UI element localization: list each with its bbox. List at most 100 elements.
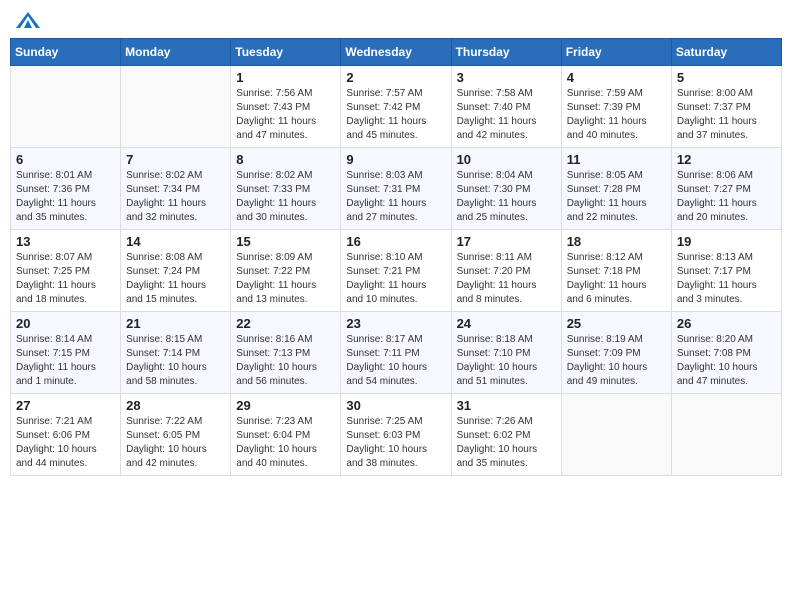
weekday-header-sunday: Sunday xyxy=(11,39,121,66)
calendar-cell: 3 Sunrise: 7:58 AMSunset: 7:40 PMDaylight… xyxy=(451,66,561,148)
calendar-cell: 16 Sunrise: 8:10 AMSunset: 7:21 PMDayligh… xyxy=(341,230,451,312)
day-info: Sunrise: 8:18 AMSunset: 7:10 PMDaylight:… xyxy=(457,333,556,389)
day-number: 25 xyxy=(567,316,666,331)
calendar-cell: 23Sunrise: 8:17 AMSunset: 7:11 PMDayligh… xyxy=(341,312,451,394)
calendar-cell: 12 Sunrise: 8:06 AMSunset: 7:27 PMDayligh… xyxy=(671,148,781,230)
day-number: 6 xyxy=(16,152,115,167)
day-info: Sunrise: 8:05 AMSunset: 7:28 PMDaylight:… xyxy=(567,169,666,225)
day-number: 12 xyxy=(677,152,776,167)
calendar-cell: 8Sunrise: 8:02 AMSunset: 7:33 PMDaylight… xyxy=(231,148,341,230)
calendar-cell xyxy=(671,394,781,476)
day-number: 24 xyxy=(457,316,556,331)
day-info: Sunrise: 8:16 AMSunset: 7:13 PMDaylight:… xyxy=(236,333,335,389)
weekday-header-wednesday: Wednesday xyxy=(341,39,451,66)
calendar-cell: 19 Sunrise: 8:13 AMSunset: 7:17 PMDayligh… xyxy=(671,230,781,312)
calendar-cell: 25 Sunrise: 8:19 AMSunset: 7:09 PMDayligh… xyxy=(561,312,671,394)
day-info: Sunrise: 8:17 AMSunset: 7:11 PMDaylight:… xyxy=(346,333,445,389)
calendar-cell: 13 Sunrise: 8:07 AMSunset: 7:25 PMDayligh… xyxy=(11,230,121,312)
calendar-cell: 21Sunrise: 8:15 AMSunset: 7:14 PMDayligh… xyxy=(121,312,231,394)
day-info: Sunrise: 8:13 AMSunset: 7:17 PMDaylight:… xyxy=(677,251,776,307)
day-number: 15 xyxy=(236,234,335,249)
calendar-cell: 10 Sunrise: 8:04 AMSunset: 7:30 PMDayligh… xyxy=(451,148,561,230)
day-info: Sunrise: 8:19 AMSunset: 7:09 PMDaylight:… xyxy=(567,333,666,389)
day-info: Sunrise: 8:09 AMSunset: 7:22 PMDaylight:… xyxy=(236,251,335,307)
day-number: 30 xyxy=(346,398,445,413)
day-info: Sunrise: 8:00 AMSunset: 7:37 PMDaylight:… xyxy=(677,87,776,143)
day-info: Sunrise: 7:22 AMSunset: 6:05 PMDaylight:… xyxy=(126,415,225,471)
weekday-header-row: SundayMondayTuesdayWednesdayThursdayFrid… xyxy=(11,39,782,66)
day-info: Sunrise: 8:02 AMSunset: 7:34 PMDaylight:… xyxy=(126,169,225,225)
calendar-cell: 27Sunrise: 7:21 AMSunset: 6:06 PMDayligh… xyxy=(11,394,121,476)
calendar-cell: 22 Sunrise: 8:16 AMSunset: 7:13 PMDayligh… xyxy=(231,312,341,394)
calendar-cell: 30 Sunrise: 7:25 AMSunset: 6:03 PMDayligh… xyxy=(341,394,451,476)
calendar-cell: 14Sunrise: 8:08 AMSunset: 7:24 PMDayligh… xyxy=(121,230,231,312)
calendar-cell: 24 Sunrise: 8:18 AMSunset: 7:10 PMDayligh… xyxy=(451,312,561,394)
day-info: Sunrise: 7:26 AMSunset: 6:02 PMDaylight:… xyxy=(457,415,556,471)
day-info: Sunrise: 8:02 AMSunset: 7:33 PMDaylight:… xyxy=(236,169,335,225)
calendar-cell: 7 Sunrise: 8:02 AMSunset: 7:34 PMDaylight… xyxy=(121,148,231,230)
day-number: 14 xyxy=(126,234,225,249)
day-number: 1 xyxy=(236,70,335,85)
day-info: Sunrise: 7:21 AMSunset: 6:06 PMDaylight:… xyxy=(16,415,115,471)
day-number: 10 xyxy=(457,152,556,167)
logo xyxy=(14,10,46,30)
weekday-header-saturday: Saturday xyxy=(671,39,781,66)
day-info: Sunrise: 8:20 AMSunset: 7:08 PMDaylight:… xyxy=(677,333,776,389)
week-row-1: 1 Sunrise: 7:56 AMSunset: 7:43 PMDaylight… xyxy=(11,66,782,148)
day-info: Sunrise: 8:03 AMSunset: 7:31 PMDaylight:… xyxy=(346,169,445,225)
day-info: Sunrise: 7:57 AMSunset: 7:42 PMDaylight:… xyxy=(346,87,445,143)
calendar-cell: 20 Sunrise: 8:14 AMSunset: 7:15 PMDayligh… xyxy=(11,312,121,394)
day-number: 9 xyxy=(346,152,445,167)
week-row-5: 27Sunrise: 7:21 AMSunset: 6:06 PMDayligh… xyxy=(11,394,782,476)
calendar-cell: 11 Sunrise: 8:05 AMSunset: 7:28 PMDayligh… xyxy=(561,148,671,230)
day-info: Sunrise: 8:15 AMSunset: 7:14 PMDaylight:… xyxy=(126,333,225,389)
day-number: 13 xyxy=(16,234,115,249)
calendar-cell: 18Sunrise: 8:12 AMSunset: 7:18 PMDayligh… xyxy=(561,230,671,312)
calendar-cell: 2 Sunrise: 7:57 AMSunset: 7:42 PMDaylight… xyxy=(341,66,451,148)
calendar-cell: 26 Sunrise: 8:20 AMSunset: 7:08 PMDayligh… xyxy=(671,312,781,394)
calendar-cell: 5 Sunrise: 8:00 AMSunset: 7:37 PMDaylight… xyxy=(671,66,781,148)
weekday-header-tuesday: Tuesday xyxy=(231,39,341,66)
calendar-cell: 4Sunrise: 7:59 AMSunset: 7:39 PMDaylight… xyxy=(561,66,671,148)
day-info: Sunrise: 7:56 AMSunset: 7:43 PMDaylight:… xyxy=(236,87,335,143)
day-number: 7 xyxy=(126,152,225,167)
day-info: Sunrise: 8:06 AMSunset: 7:27 PMDaylight:… xyxy=(677,169,776,225)
day-info: Sunrise: 7:58 AMSunset: 7:40 PMDaylight:… xyxy=(457,87,556,143)
day-number: 20 xyxy=(16,316,115,331)
day-info: Sunrise: 8:10 AMSunset: 7:21 PMDaylight:… xyxy=(346,251,445,307)
week-row-4: 20 Sunrise: 8:14 AMSunset: 7:15 PMDayligh… xyxy=(11,312,782,394)
calendar-cell: 6 Sunrise: 8:01 AMSunset: 7:36 PMDaylight… xyxy=(11,148,121,230)
calendar-cell xyxy=(121,66,231,148)
calendar-cell xyxy=(11,66,121,148)
day-number: 19 xyxy=(677,234,776,249)
calendar-table: SundayMondayTuesdayWednesdayThursdayFrid… xyxy=(10,38,782,476)
calendar-cell: 29Sunrise: 7:23 AMSunset: 6:04 PMDayligh… xyxy=(231,394,341,476)
day-number: 22 xyxy=(236,316,335,331)
day-info: Sunrise: 8:11 AMSunset: 7:20 PMDaylight:… xyxy=(457,251,556,307)
day-number: 2 xyxy=(346,70,445,85)
day-info: Sunrise: 8:12 AMSunset: 7:18 PMDaylight:… xyxy=(567,251,666,307)
week-row-2: 6 Sunrise: 8:01 AMSunset: 7:36 PMDaylight… xyxy=(11,148,782,230)
day-info: Sunrise: 7:25 AMSunset: 6:03 PMDaylight:… xyxy=(346,415,445,471)
day-info: Sunrise: 8:07 AMSunset: 7:25 PMDaylight:… xyxy=(16,251,115,307)
day-number: 4 xyxy=(567,70,666,85)
day-number: 31 xyxy=(457,398,556,413)
calendar-cell: 28 Sunrise: 7:22 AMSunset: 6:05 PMDayligh… xyxy=(121,394,231,476)
day-info: Sunrise: 7:23 AMSunset: 6:04 PMDaylight:… xyxy=(236,415,335,471)
week-row-3: 13 Sunrise: 8:07 AMSunset: 7:25 PMDayligh… xyxy=(11,230,782,312)
day-info: Sunrise: 8:01 AMSunset: 7:36 PMDaylight:… xyxy=(16,169,115,225)
day-number: 11 xyxy=(567,152,666,167)
day-number: 3 xyxy=(457,70,556,85)
day-number: 16 xyxy=(346,234,445,249)
calendar-cell: 9 Sunrise: 8:03 AMSunset: 7:31 PMDaylight… xyxy=(341,148,451,230)
calendar-cell: 17 Sunrise: 8:11 AMSunset: 7:20 PMDayligh… xyxy=(451,230,561,312)
weekday-header-thursday: Thursday xyxy=(451,39,561,66)
day-number: 17 xyxy=(457,234,556,249)
day-info: Sunrise: 8:14 AMSunset: 7:15 PMDaylight:… xyxy=(16,333,115,389)
day-number: 28 xyxy=(126,398,225,413)
day-number: 5 xyxy=(677,70,776,85)
day-number: 26 xyxy=(677,316,776,331)
day-info: Sunrise: 8:04 AMSunset: 7:30 PMDaylight:… xyxy=(457,169,556,225)
page-header xyxy=(10,10,782,30)
calendar-cell: 15 Sunrise: 8:09 AMSunset: 7:22 PMDayligh… xyxy=(231,230,341,312)
